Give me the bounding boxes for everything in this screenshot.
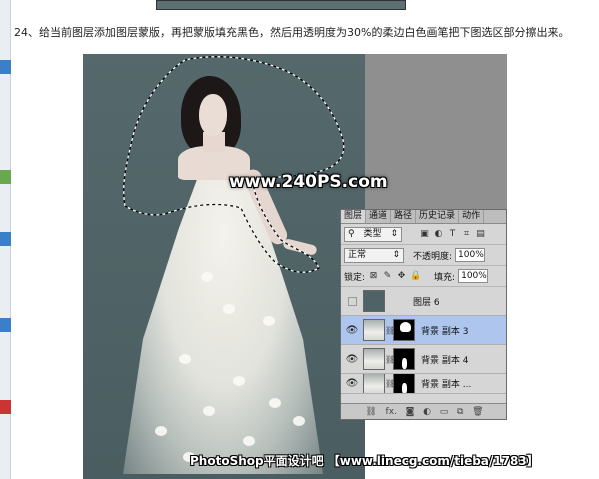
layer-thumbnail bbox=[363, 290, 385, 312]
visibility-toggle-off[interactable] bbox=[348, 296, 357, 306]
tutorial-photo bbox=[83, 54, 365, 479]
layer-thumbnail bbox=[363, 348, 385, 370]
fx-icon[interactable]: fx. bbox=[386, 407, 397, 417]
layer-mask-thumbnail[interactable] bbox=[393, 348, 415, 370]
smart-object-filter-icon[interactable]: ▤ bbox=[475, 229, 486, 240]
taskbar-chip bbox=[0, 60, 11, 74]
opacity-label: 不透明度: bbox=[413, 251, 453, 262]
tutorial-page: 24、给当前图层添加图层蒙版，再把蒙版填充黑色，然后用透明度为30%的柔边白色画… bbox=[0, 0, 599, 479]
layer-name[interactable]: 图层 6 bbox=[413, 295, 440, 308]
dress-flower bbox=[243, 436, 255, 446]
dress-flower bbox=[223, 304, 235, 314]
chevron-updown-icon: ⇕ bbox=[392, 249, 400, 260]
folder-icon[interactable]: ▭ bbox=[440, 407, 449, 417]
blend-mode-select[interactable]: 正常 ⇕ bbox=[344, 247, 404, 263]
tab-paths[interactable]: 路径 bbox=[391, 210, 417, 223]
search-icon: ⚲ bbox=[348, 228, 355, 239]
layer-mask-thumbnail[interactable] bbox=[393, 319, 415, 341]
tab-layers[interactable]: 图层 bbox=[341, 210, 367, 223]
layer-name[interactable]: 背景 副本 3 bbox=[421, 324, 468, 337]
layer-row[interactable]: 👁 ⛓ 背景 副本 4 bbox=[341, 345, 506, 374]
filter-row: ⚲ 类型 ⇕ ▣ ◐ T ⌗ ▤ bbox=[341, 224, 506, 245]
layer-name[interactable]: 背景 副本 ... bbox=[421, 377, 471, 390]
tab-history[interactable]: 历史记录 bbox=[416, 210, 460, 223]
taskbar-chip bbox=[0, 318, 11, 332]
new-layer-icon[interactable]: ⧉ bbox=[457, 407, 463, 417]
blend-row: 正常 ⇕ 不透明度: 100% bbox=[341, 245, 506, 266]
layer-filter-value: 类型 bbox=[363, 228, 382, 239]
taskbar-chip bbox=[0, 400, 11, 414]
dress-flower bbox=[203, 406, 215, 416]
credit-text: PhotoShop平面设计吧 【www.linecg.com/tieba/178… bbox=[190, 454, 539, 468]
layer-row-selected[interactable]: 👁 ⛓ 背景 副本 3 bbox=[341, 316, 506, 345]
fill-input[interactable]: 100% bbox=[458, 269, 489, 283]
browser-left-strip bbox=[0, 0, 11, 479]
model-hand bbox=[282, 238, 318, 256]
adjustment-filter-icon[interactable]: ◐ bbox=[433, 229, 444, 240]
chain-link-icon[interactable]: ⛓ bbox=[385, 355, 395, 364]
lock-transparency-icon[interactable]: ⊠ bbox=[368, 271, 379, 282]
tab-channels[interactable]: 通道 bbox=[366, 210, 392, 223]
panel-bottom-bar: ⛓ fx. ◙ ◐ ▭ ⧉ 🗑 bbox=[341, 403, 506, 419]
previous-step-image bbox=[156, 0, 406, 10]
chevron-updown-icon: ⇕ bbox=[390, 228, 398, 239]
eye-icon[interactable]: 👁 bbox=[341, 354, 363, 365]
link-icon[interactable]: ⛓ bbox=[365, 407, 376, 417]
dress-flower bbox=[179, 354, 191, 364]
chain-link-icon[interactable]: ⛓ bbox=[385, 326, 395, 335]
lock-label: 锁定: bbox=[344, 272, 366, 283]
text-filter-icon[interactable]: T bbox=[447, 229, 458, 240]
step-instruction: 24、给当前图层添加图层蒙版，再把蒙版填充黑色，然后用透明度为30%的柔边白色画… bbox=[14, 26, 570, 39]
tab-actions[interactable]: 动作 bbox=[459, 210, 485, 223]
layer-row[interactable]: 👁 ⛓ 背景 副本 ... bbox=[341, 374, 506, 394]
dress-flower bbox=[155, 426, 167, 436]
layer-row[interactable]: 图层 6 bbox=[341, 287, 506, 316]
layer-mask-thumbnail[interactable] bbox=[393, 374, 415, 393]
mask-icon[interactable]: ◙ bbox=[406, 407, 415, 417]
eye-icon[interactable]: 👁 bbox=[341, 378, 363, 389]
dress-flower bbox=[269, 398, 281, 408]
taskbar-chip bbox=[0, 170, 11, 184]
opacity-input[interactable]: 100% bbox=[455, 248, 486, 262]
layer-name[interactable]: 背景 副本 4 bbox=[421, 353, 468, 366]
blend-mode-value: 正常 bbox=[348, 249, 367, 260]
layers-panel: 图层 通道 路径 历史记录 动作 ⚲ 类型 ⇕ ▣ ◐ T ⌗ ▤ 正常 ⇕ 不… bbox=[340, 209, 507, 420]
trash-icon[interactable]: 🗑 bbox=[472, 407, 483, 417]
dress-flower bbox=[201, 272, 213, 282]
panel-tabs: 图层 通道 路径 历史记录 动作 bbox=[341, 210, 506, 224]
lock-row: 锁定: ⊠ ✎ ✥ 🔒 填充: 100% bbox=[341, 266, 506, 287]
eye-icon[interactable]: 👁 bbox=[341, 325, 363, 336]
shape-filter-icon[interactable]: ⌗ bbox=[461, 229, 472, 240]
chain-link-icon[interactable]: ⛓ bbox=[385, 379, 395, 388]
image-filter-icon[interactable]: ▣ bbox=[419, 229, 430, 240]
dress-flower bbox=[263, 316, 275, 326]
lock-all-icon[interactable]: 🔒 bbox=[410, 271, 421, 282]
taskbar-chip bbox=[0, 232, 11, 246]
watermark-text: www.240PS.com bbox=[229, 172, 388, 192]
model-face bbox=[199, 94, 227, 136]
adjustment-icon[interactable]: ◐ bbox=[423, 407, 431, 417]
layer-thumbnail bbox=[363, 374, 385, 393]
lock-pixels-icon[interactable]: ✎ bbox=[382, 271, 393, 282]
layer-filter-select[interactable]: ⚲ 类型 ⇕ bbox=[344, 226, 402, 242]
dress-flower bbox=[233, 376, 245, 386]
fill-label: 填充: bbox=[434, 272, 456, 283]
lock-position-icon[interactable]: ✥ bbox=[396, 271, 407, 282]
dress-flower bbox=[293, 416, 305, 426]
wedding-dress bbox=[123, 174, 323, 474]
layer-thumbnail bbox=[363, 319, 385, 341]
